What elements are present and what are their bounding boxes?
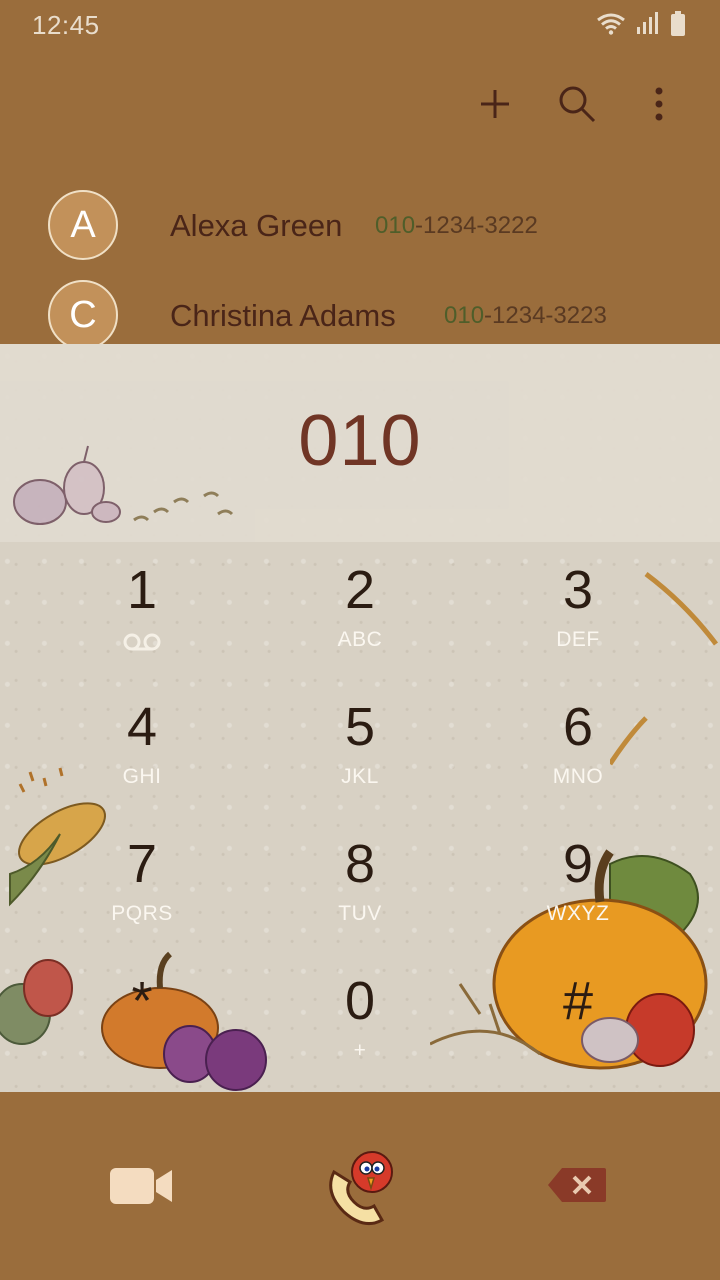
contact-number: 010-1234-3223 (444, 302, 607, 330)
video-camera-icon (110, 1168, 172, 1204)
avatar: C (48, 280, 118, 350)
contact-number: 010-1234-3222 (375, 212, 538, 240)
key-digit: 9 (562, 834, 594, 894)
wifi-icon (597, 13, 625, 35)
video-call-button[interactable] (108, 1166, 174, 1211)
contact-name: Christina Adams (170, 298, 396, 333)
add-icon (481, 90, 509, 118)
backspace-icon (548, 1168, 606, 1202)
status-bar: 12:45 (0, 0, 720, 50)
dial-key-7[interactable]: 7 PQRS (32, 816, 252, 946)
key-letters: WXYZ (546, 902, 610, 925)
call-button[interactable] (320, 1144, 404, 1233)
dial-display: 010 (0, 344, 720, 542)
status-icons (596, 11, 686, 37)
dial-key-1[interactable]: 1 (32, 542, 252, 672)
key-digit: # (562, 971, 594, 1031)
garlic-illustration (13, 445, 234, 525)
voicemail-icon (123, 633, 161, 651)
key-digit: 0 (344, 971, 376, 1031)
key-digit: 4 (126, 697, 158, 757)
dial-key-star[interactable]: * (32, 953, 252, 1083)
key-letters: PQRS (111, 902, 173, 925)
search-button[interactable] (556, 80, 598, 128)
add-contact-button[interactable] (474, 80, 516, 128)
signal-icon (637, 12, 658, 34)
avatar: A (48, 190, 118, 260)
dial-key-8[interactable]: 8 TUV (250, 816, 470, 946)
dialer-toolbar (474, 80, 680, 128)
key-digit: 8 (344, 834, 376, 894)
number-rest: -1234-3223 (484, 302, 607, 329)
dial-key-0[interactable]: 0 + (250, 953, 470, 1083)
key-digit: * (131, 971, 153, 1031)
key-digit: 2 (344, 560, 376, 620)
contact-item[interactable]: A Alexa Green 010-1234-3222 (0, 180, 720, 270)
more-options-icon (655, 87, 663, 121)
dial-keypad: 1 2 ABC 3 DEF 4 GHI 5 JKL 6 MNO 7 PQRS 8 TUV 9 WXYZ * 0 + # (0, 542, 720, 1092)
key-digit: 7 (126, 834, 158, 894)
phone-call-icon (329, 1151, 393, 1226)
more-options-button[interactable] (638, 80, 680, 128)
status-time: 12:45 (32, 10, 100, 40)
battery-icon (671, 11, 685, 36)
key-letters: GHI (122, 765, 162, 788)
number-match: 010 (375, 212, 416, 239)
dial-key-2[interactable]: 2 ABC (250, 542, 470, 672)
key-letters: ABC (337, 628, 383, 651)
dial-key-9[interactable]: 9 WXYZ (468, 816, 688, 946)
number-rest: -1234-3222 (415, 212, 538, 239)
dialer-panel: 010 1 2 ABC 3 DEF 4 GHI 5 JKL 6 MNO 7 PQRS 8 (0, 344, 720, 1092)
key-letters: + (353, 1039, 367, 1062)
key-digit: 1 (126, 560, 158, 620)
dial-key-4[interactable]: 4 GHI (32, 679, 252, 809)
key-letters: DEF (556, 628, 600, 651)
dial-key-5[interactable]: 5 JKL (250, 679, 470, 809)
backspace-button[interactable] (548, 1166, 608, 1209)
bottom-action-bar (0, 1092, 720, 1280)
key-digit: 3 (562, 560, 594, 620)
number-match: 010 (444, 302, 485, 329)
key-letters: MNO (552, 765, 604, 788)
key-letters: JKL (341, 765, 379, 788)
key-digit: 5 (344, 697, 376, 757)
dial-key-hash[interactable]: # (468, 953, 688, 1083)
dial-key-3[interactable]: 3 DEF (468, 542, 688, 672)
dial-key-6[interactable]: 6 MNO (468, 679, 688, 809)
search-icon (559, 86, 596, 123)
key-letters: TUV (338, 902, 382, 925)
contact-name: Alexa Green (170, 208, 343, 243)
key-digit: 6 (562, 697, 594, 757)
